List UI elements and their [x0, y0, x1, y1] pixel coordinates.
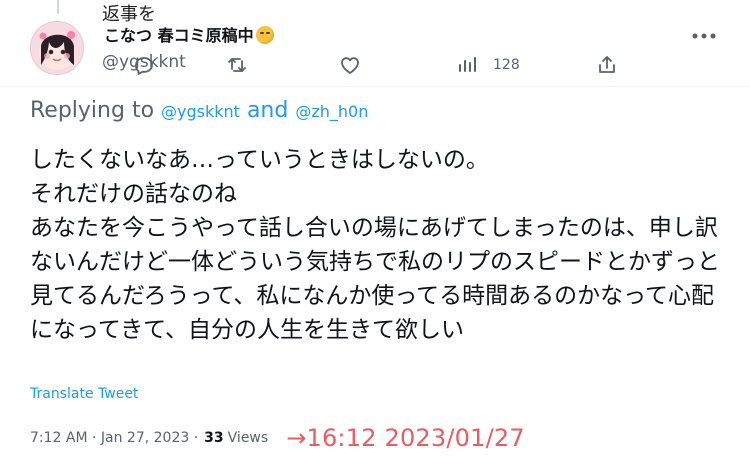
heart-icon	[341, 57, 359, 74]
tweet-card: 返事を こなつ 春コミ原稿中 @ygskknt 128 Replying to …	[0, 0, 750, 464]
reply-context: Replying to @ygskknt and @zh_h0n	[30, 96, 368, 127]
tweet-view-count: 33	[204, 430, 224, 446]
reply-icon	[135, 57, 153, 75]
section-divider	[0, 86, 750, 87]
display-name[interactable]: こなつ 春コミ原稿中	[104, 23, 274, 47]
retweet-icon	[228, 58, 246, 72]
reply-button[interactable]	[132, 49, 156, 81]
smiling-face-icon	[255, 26, 274, 44]
share-icon	[599, 56, 615, 73]
tweet-text: したくないなあ…っていうときはしないの。 それだけの話なのね あなたを今こうやっ…	[30, 147, 720, 343]
mention-zh-h0n[interactable]: @zh_h0n	[295, 102, 368, 121]
like-button[interactable]	[338, 49, 362, 81]
tweet-metadata: 7:12 AM · Jan 27, 2023 · 33 Views →16:12…	[30, 424, 525, 452]
retweet-button[interactable]	[225, 49, 249, 81]
views-button[interactable]: 128	[455, 49, 520, 81]
share-button[interactable]	[595, 49, 619, 81]
translate-tweet-link[interactable]: Translate Tweet	[30, 384, 138, 404]
more-icon	[692, 33, 716, 39]
views-count: 128	[493, 57, 520, 73]
display-name-text: こなつ 春コミ原稿中	[104, 26, 254, 45]
tweet-timestamp[interactable]: 7:12 AM · Jan 27, 2023 ·	[30, 428, 198, 448]
more-button[interactable]	[690, 26, 718, 46]
thread-line	[57, 0, 59, 14]
tweet-view-label: Views	[227, 430, 269, 446]
tweet-actions: 128	[0, 49, 750, 81]
handwritten-time-annotation: →16:12 2023/01/27	[286, 424, 525, 452]
views-icon	[459, 57, 476, 72]
mention-ygskknt[interactable]: @ygskknt	[161, 102, 240, 121]
reply-and: and	[246, 98, 289, 123]
reply-prefix: Replying to	[30, 98, 155, 123]
